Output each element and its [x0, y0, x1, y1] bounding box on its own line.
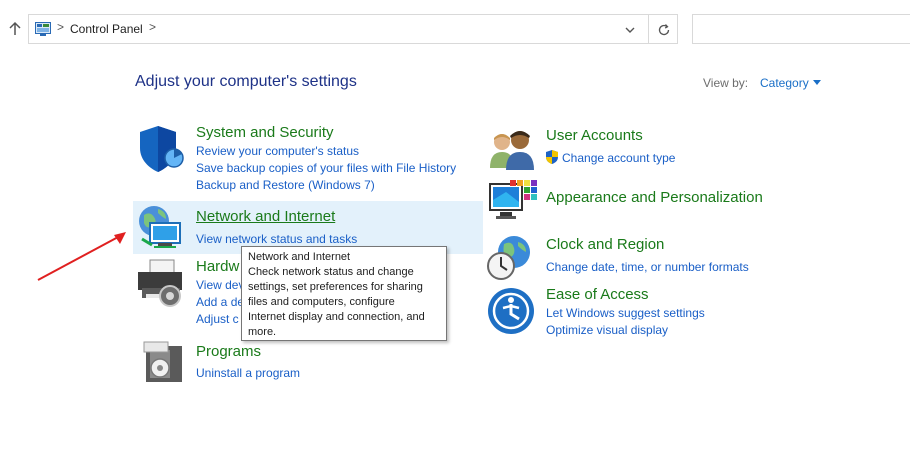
control-panel-icon [35, 22, 51, 36]
system-security-title[interactable]: System and Security [196, 124, 334, 141]
search-input[interactable] [692, 14, 910, 44]
view-by-label: View by: [703, 76, 749, 90]
breadcrumb-separator[interactable]: > [57, 20, 64, 34]
change-account-type-link[interactable]: Change account type [562, 151, 675, 165]
review-status-link[interactable]: Review your computer's status [196, 144, 359, 158]
network-internet-title[interactable]: Network and Internet [196, 208, 335, 225]
view-by-dropdown[interactable]: Category [760, 76, 809, 90]
network-internet-tooltip: Network and Internet Check network statu… [241, 246, 447, 341]
ease-of-access-icon[interactable] [486, 286, 538, 338]
tooltip-line: more. [248, 326, 277, 338]
tooltip-line: Internet display and connection, and [248, 311, 425, 323]
caret-down-icon[interactable] [813, 80, 821, 85]
programs-title[interactable]: Programs [196, 343, 261, 360]
add-device-link[interactable]: Add a de [196, 295, 244, 309]
users-icon[interactable] [488, 126, 540, 178]
shield-icon[interactable] [136, 124, 188, 176]
backup-restore-link[interactable]: Backup and Restore (Windows 7) [196, 178, 375, 192]
up-arrow-icon[interactable] [6, 20, 24, 38]
navigation-bar: > Control Panel > [0, 12, 910, 46]
page-title: Adjust your computer's settings [135, 73, 357, 90]
refresh-button[interactable] [648, 14, 678, 44]
tooltip-line: files and computers, configure [248, 296, 395, 308]
optimize-display-link[interactable]: Optimize visual display [546, 323, 668, 337]
view-devices-link[interactable]: View dev [196, 278, 244, 292]
clock-globe-icon[interactable] [486, 234, 538, 286]
adjust-commonly-used-link[interactable]: Adjust c [196, 312, 239, 326]
printer-icon[interactable] [136, 258, 188, 310]
hardware-sound-title[interactable]: Hardw [196, 258, 239, 275]
uac-shield-icon [545, 150, 559, 164]
refresh-icon [658, 24, 670, 36]
ease-of-access-title[interactable]: Ease of Access [546, 286, 649, 303]
tooltip-line: Check network status and change [248, 266, 414, 278]
uninstall-program-link[interactable]: Uninstall a program [196, 366, 300, 380]
programs-icon[interactable] [136, 338, 188, 390]
user-accounts-title[interactable]: User Accounts [546, 127, 643, 144]
breadcrumb[interactable]: Control Panel [70, 22, 143, 36]
monitor-palette-icon[interactable] [488, 178, 540, 230]
tooltip-line: settings, set preferences for sharing [248, 281, 423, 293]
address-bar[interactable]: > Control Panel > [28, 14, 648, 44]
file-history-link[interactable]: Save backup copies of your files with Fi… [196, 161, 456, 175]
annotation-arrow-icon [37, 232, 126, 281]
globe-network-icon[interactable] [136, 203, 188, 255]
date-time-formats-link[interactable]: Change date, time, or number formats [546, 260, 749, 274]
chevron-down-icon[interactable] [623, 23, 637, 37]
appearance-title[interactable]: Appearance and Personalization [546, 189, 763, 206]
clock-region-title[interactable]: Clock and Region [546, 236, 664, 253]
breadcrumb-separator[interactable]: > [149, 20, 156, 34]
suggest-settings-link[interactable]: Let Windows suggest settings [546, 306, 705, 320]
network-status-link[interactable]: View network status and tasks [196, 232, 357, 246]
tooltip-line: Network and Internet [248, 251, 351, 263]
